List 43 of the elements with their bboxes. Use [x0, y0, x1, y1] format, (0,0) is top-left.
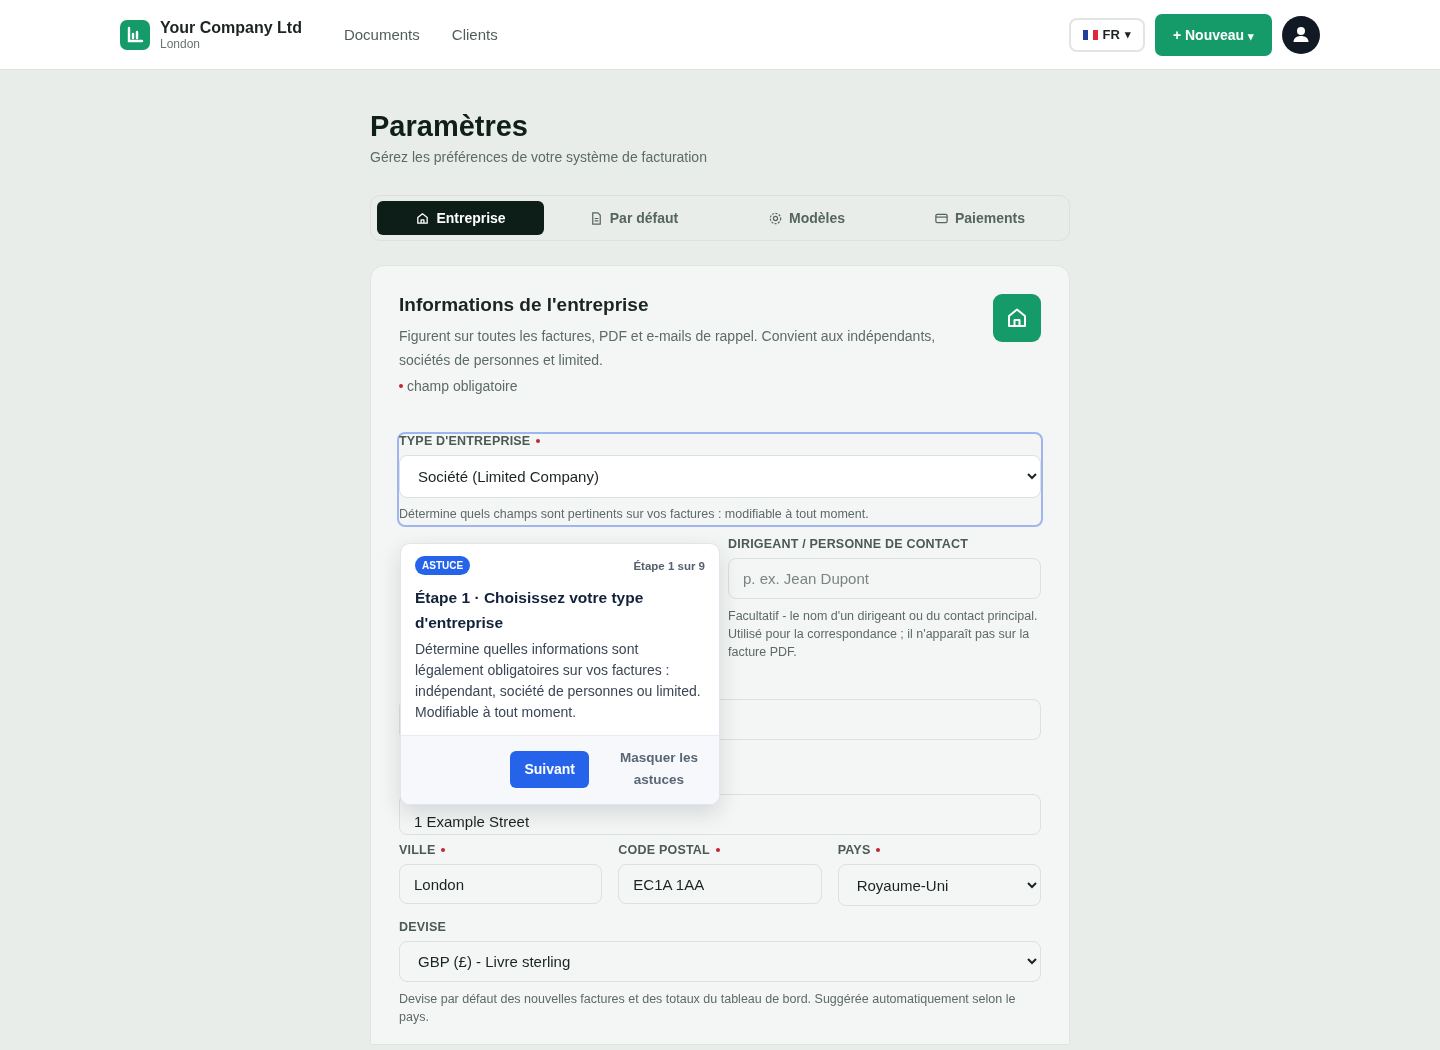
business-type-select[interactable]: Société (Limited Company): [399, 455, 1041, 498]
currency-select[interactable]: GBP (£) - Livre sterling: [399, 941, 1041, 982]
field-label: DIRIGEANT / PERSONNE DE CONTACT: [728, 537, 968, 551]
field-label: TYPE D'ENTREPRISE: [399, 434, 531, 448]
avatar-icon[interactable]: [1282, 15, 1320, 54]
tip-badge: ASTUCE: [415, 556, 471, 575]
tab[interactable]: Par défaut: [550, 201, 717, 235]
field-label: DEVISE: [399, 920, 447, 934]
new-button[interactable]: + Nouveau ▾: [1154, 13, 1272, 56]
next-button[interactable]: Suivant: [510, 750, 589, 788]
help-text: Devise par défaut des nouvelles factures et des totaux du tableau de bord. Suggérée automatiquement selon le pays.: [399, 991, 1017, 1026]
help-text: Facultatif - le nom d'un dirigeant ou du contact principal. Utilisé pour la correspondance ; il n'apparaît pas sur la facture PDF.: [728, 608, 1039, 661]
page-title: Paramètres: [370, 110, 529, 143]
tip-title: Étape 1 · Choisissez votre type d'entreprise: [415, 588, 645, 633]
help-text: Détermine quels champs sont pertinents sur vos factures : modifiable à tout moment.: [399, 506, 870, 523]
required-dot: [399, 384, 403, 388]
tab[interactable]: Paiements: [896, 201, 1063, 235]
required-note: champ obligatoire: [407, 378, 518, 394]
chart-logo-icon: [120, 19, 150, 50]
company-name: Your Company Ltd: [160, 18, 302, 37]
country-select[interactable]: Royaume-Uni: [837, 864, 1041, 906]
step-counter: Étape 1 sur 9: [633, 559, 705, 572]
input-field[interactable]: London: [399, 864, 603, 904]
section-description: Figurent sur toutes les factures, PDF et e-mails de rappel. Convient aux indépendants, sociétés de personnes et limited.: [399, 327, 937, 370]
tip-text: Détermine quelles informations sont légalement obligatoires sur vos factures : indépendant, société de personnes ou limited. Modifiable à tout moment.: [415, 640, 702, 722]
contact-field[interactable]: p. ex. Jean Dupont: [728, 558, 1041, 599]
field-label: VILLE: [399, 843, 436, 857]
field-label: PAYS: [837, 843, 871, 857]
flag-icon: [1082, 29, 1098, 40]
input-field[interactable]: EC1A 1AA: [618, 864, 822, 904]
gear-icon: [768, 210, 783, 226]
field-label: CODE POSTAL: [618, 843, 710, 857]
home-icon: [993, 294, 1041, 342]
hide-tips-button[interactable]: Masquer les astuces: [613, 746, 705, 792]
page-subtitle: Gérez les préférences de votre système de facturation: [370, 149, 708, 165]
company-city: London: [160, 36, 202, 51]
nav-link[interactable]: Documents: [343, 26, 420, 43]
tab[interactable]: Entreprise: [377, 201, 544, 235]
language-button[interactable]: FR ▾: [1068, 17, 1145, 52]
tab[interactable]: Modèles: [723, 201, 890, 235]
home-icon: [415, 210, 431, 226]
section-title: Informations de l'entreprise: [399, 294, 650, 316]
nav-link[interactable]: Clients: [451, 26, 498, 43]
